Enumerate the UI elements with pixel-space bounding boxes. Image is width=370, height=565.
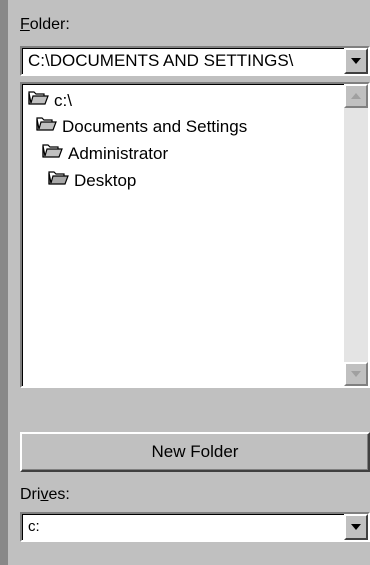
new-folder-button[interactable]: New Folder — [20, 432, 370, 472]
tree-item-label: Desktop — [74, 170, 137, 190]
scroll-up-button[interactable] — [344, 84, 368, 108]
drives-label-text-rest: es: — [48, 486, 70, 503]
folder-label-hotkey: F — [20, 16, 30, 33]
drives-combobox-value: c: — [28, 518, 40, 535]
chevron-down-icon — [351, 58, 361, 64]
scroll-up-arrow-icon — [351, 93, 361, 99]
drives-label: Drives: — [20, 486, 70, 504]
tree-item-administrator[interactable]: Administrator — [42, 143, 168, 164]
chevron-down-icon — [351, 524, 361, 530]
folder-dialog-panel: Folder: C:\DOCUMENTS AND SETTINGS\ c:\ D… — [0, 0, 370, 565]
drives-label-text: Dri — [20, 486, 41, 503]
folder-tree-listbox[interactable]: c:\ Documents and Settings Administrator — [20, 82, 370, 388]
folder-combobox-dropdown-button[interactable] — [344, 48, 368, 74]
folder-label: Folder: — [20, 16, 70, 34]
open-folder-icon — [28, 90, 54, 111]
tree-item-c-root[interactable]: c:\ — [28, 90, 72, 111]
tree-item-documents-and-settings[interactable]: Documents and Settings — [36, 116, 247, 137]
drives-combobox[interactable]: c: — [20, 512, 370, 542]
tree-item-label: c:\ — [54, 90, 72, 110]
open-folder-icon — [42, 143, 68, 164]
new-folder-button-label: New Folder — [151, 442, 239, 461]
tree-item-label: Documents and Settings — [62, 116, 248, 136]
open-folder-icon — [36, 116, 62, 137]
drives-combobox-dropdown-button[interactable] — [344, 514, 368, 540]
scroll-down-button[interactable] — [344, 362, 368, 386]
tree-item-label: Administrator — [68, 143, 169, 163]
tree-scrollbar[interactable] — [344, 84, 368, 386]
tree-item-desktop[interactable]: Desktop — [48, 170, 136, 191]
folder-combobox[interactable]: C:\DOCUMENTS AND SETTINGS\ — [20, 46, 370, 76]
scroll-down-arrow-icon — [351, 371, 361, 377]
folder-label-text: older: — [29, 16, 70, 33]
open-folder-icon — [48, 170, 74, 191]
folder-combobox-value: C:\DOCUMENTS AND SETTINGS\ — [28, 51, 294, 70]
